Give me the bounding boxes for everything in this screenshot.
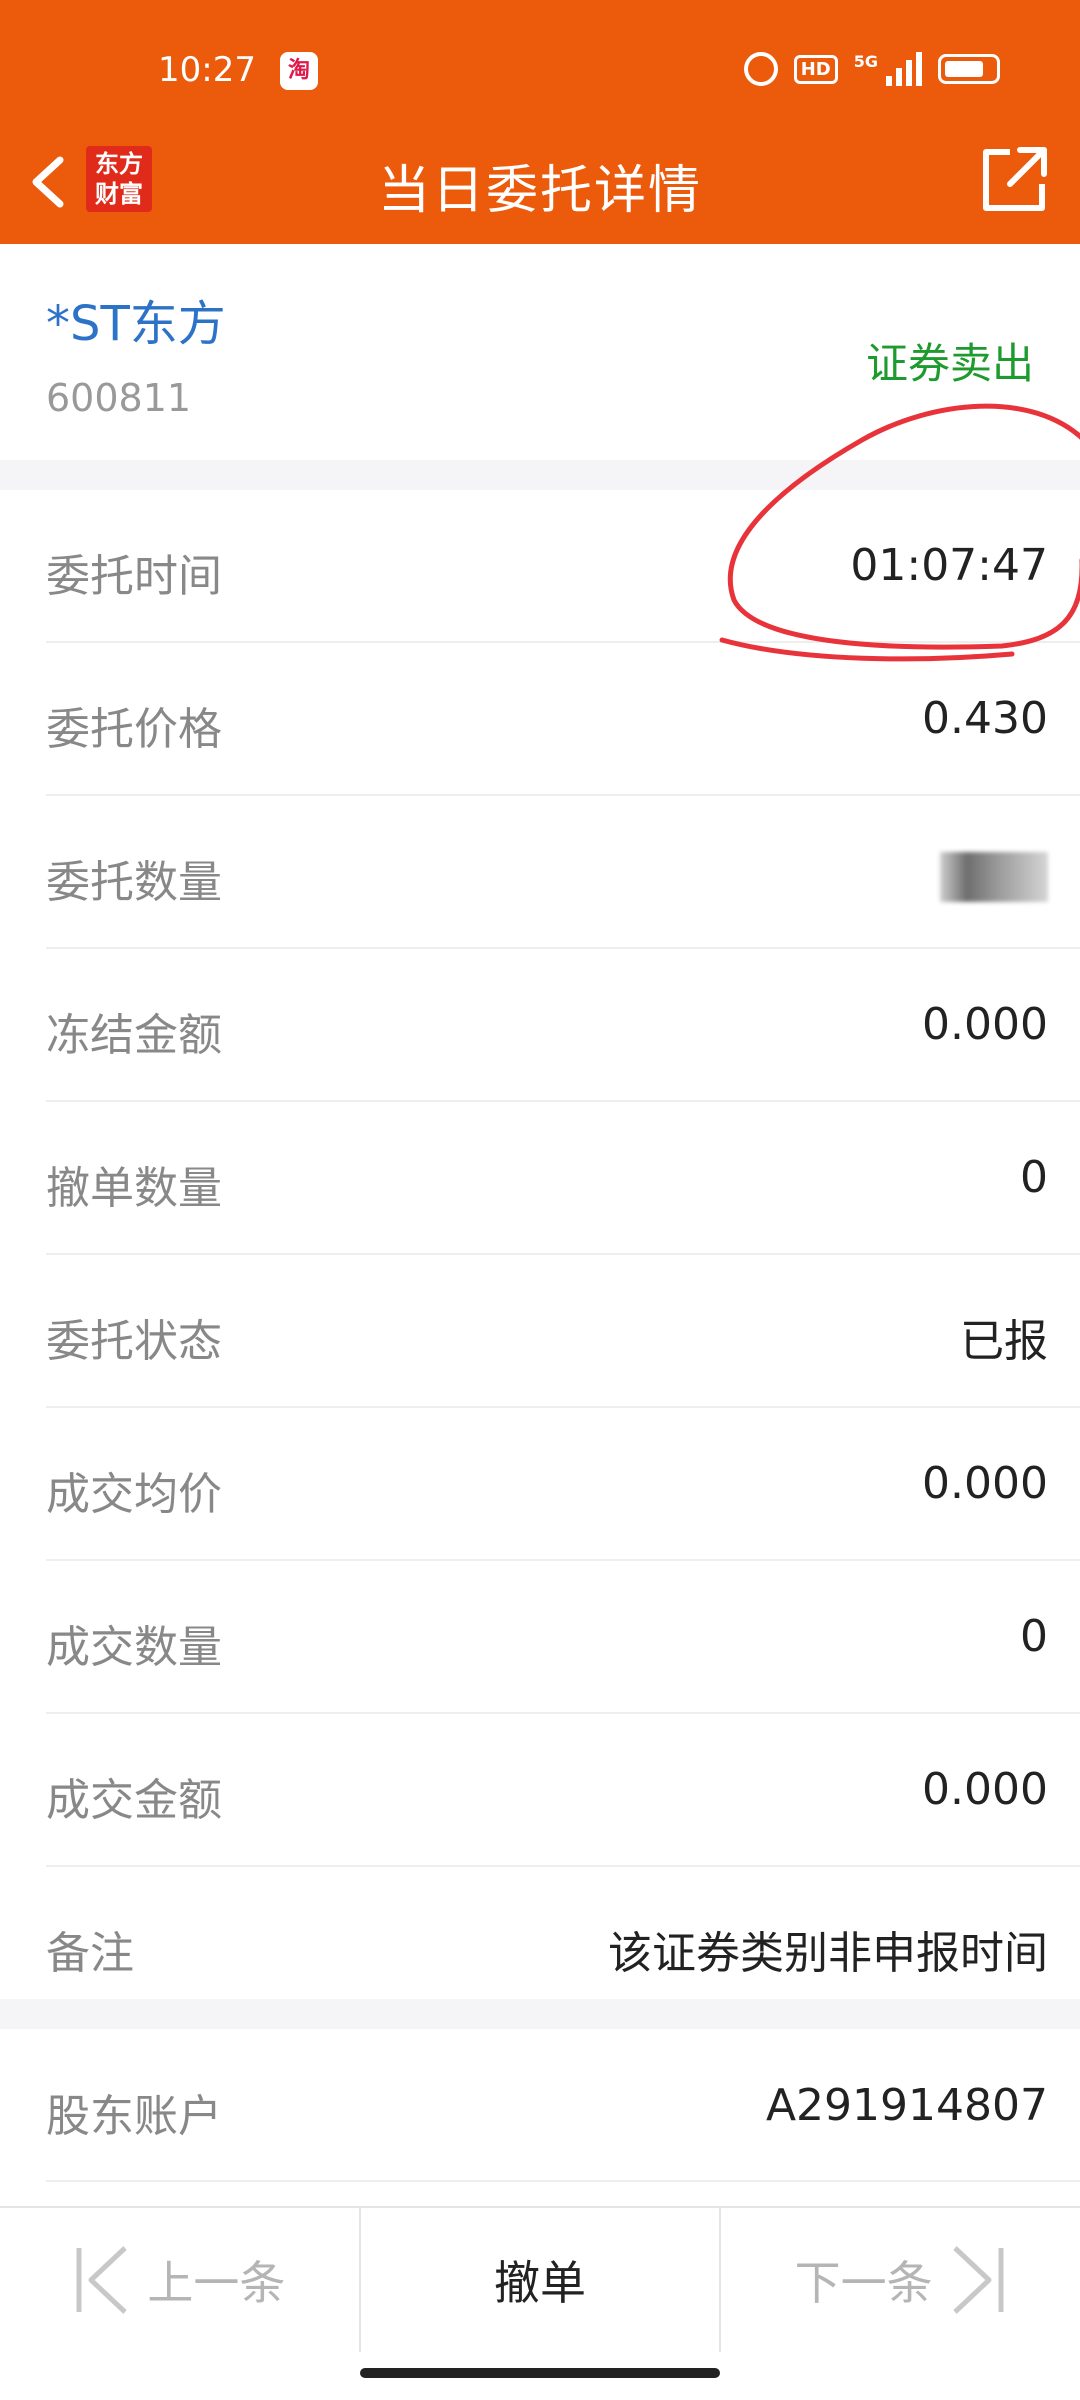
prev-icon bbox=[76, 2246, 128, 2314]
section-divider bbox=[0, 1999, 1080, 2029]
bottom-action-bar: 上一条 撤单 下一条 bbox=[0, 2206, 1080, 2352]
trade-type: 证券卖出 bbox=[865, 339, 1034, 388]
share-icon[interactable] bbox=[976, 142, 1052, 218]
detail-value: 0.000 bbox=[922, 1764, 1048, 1815]
detail-row-avg-price: 成交均价 0.000 bbox=[46, 1408, 1080, 1561]
detail-label: 撤单数量 bbox=[46, 1163, 222, 1214]
next-icon bbox=[952, 2246, 1004, 2314]
detail-value: 0.430 bbox=[922, 693, 1048, 744]
detail-row-shareholder-account: 股东账户 A291914807 bbox=[46, 2030, 1080, 2182]
detail-value: 0 bbox=[1020, 1611, 1048, 1662]
detail-value: 01:07:47 bbox=[850, 540, 1048, 591]
detail-row-order-price: 委托价格 0.430 bbox=[46, 643, 1080, 796]
title-bar: 东方 财富 当日委托详情 bbox=[0, 120, 1080, 244]
detail-label: 委托时间 bbox=[46, 551, 222, 602]
status-bar: 10:27 淘 HD 5G bbox=[0, 0, 1080, 120]
detail-value: 该证券类别非申报时间 bbox=[608, 1928, 1048, 1979]
blurred-quantity bbox=[940, 852, 1048, 902]
detail-row-filled-amount: 成交金额 0.000 bbox=[46, 1714, 1080, 1867]
prev-label: 上一条 bbox=[147, 2256, 286, 2310]
account-section: 股东账户 A291914807 bbox=[0, 2030, 1080, 2182]
cancel-label: 撤单 bbox=[494, 2256, 586, 2310]
stock-name[interactable]: *ST东方 bbox=[46, 284, 226, 354]
detail-row-order-status: 委托状态 已报 bbox=[46, 1255, 1080, 1408]
detail-row-filled-quantity: 成交数量 0 bbox=[46, 1561, 1080, 1714]
prev-button[interactable]: 上一条 bbox=[0, 2208, 359, 2352]
next-label: 下一条 bbox=[794, 2256, 933, 2310]
detail-label: 成交均价 bbox=[46, 1469, 222, 1520]
detail-value: A291914807 bbox=[765, 2080, 1048, 2131]
next-button[interactable]: 下一条 bbox=[719, 2208, 1080, 2352]
section-divider bbox=[0, 460, 1080, 490]
home-indicator[interactable] bbox=[360, 2368, 720, 2378]
detail-label: 成交金额 bbox=[46, 1775, 222, 1826]
detail-row-frozen-amount: 冻结金额 0.000 bbox=[46, 949, 1080, 1102]
detail-label: 成交数量 bbox=[46, 1622, 222, 1673]
detail-label: 股东账户 bbox=[46, 2091, 222, 2142]
battery-icon bbox=[938, 54, 1000, 84]
cancel-order-button[interactable]: 撤单 bbox=[358, 2208, 720, 2352]
status-time: 10:27 bbox=[158, 50, 256, 90]
order-details-list: 委托时间 01:07:47 委托价格 0.430 委托数量 冻结金额 0.000… bbox=[0, 490, 1080, 2018]
detail-value: 0.000 bbox=[922, 999, 1048, 1050]
alarm-icon bbox=[743, 52, 778, 86]
detail-label: 委托状态 bbox=[46, 1316, 222, 1367]
detail-value: 0.000 bbox=[922, 1458, 1048, 1509]
stock-header: *ST东方 600811 证券卖出 bbox=[0, 244, 1080, 460]
signal-icon bbox=[886, 52, 922, 86]
detail-label: 委托数量 bbox=[46, 857, 222, 908]
detail-label: 冻结金额 bbox=[46, 1010, 222, 1061]
hd-icon: HD bbox=[793, 54, 838, 84]
detail-row-order-quantity: 委托数量 bbox=[46, 796, 1080, 949]
network-type: 5G bbox=[853, 52, 878, 71]
detail-row-order-time: 委托时间 01:07:47 bbox=[46, 490, 1080, 643]
stock-code: 600811 bbox=[46, 376, 192, 420]
detail-row-cancel-quantity: 撤单数量 0 bbox=[46, 1102, 1080, 1255]
detail-row-remark: 备注 该证券类别非申报时间 bbox=[46, 1867, 1080, 2018]
status-icons: HD 5G bbox=[743, 52, 1000, 86]
detail-label: 备注 bbox=[46, 1928, 134, 1979]
page-title: 当日委托详情 bbox=[377, 161, 702, 221]
detail-value: 0 bbox=[1020, 1152, 1048, 1203]
detail-label: 委托价格 bbox=[46, 704, 222, 755]
taobao-app-icon: 淘 bbox=[280, 52, 318, 90]
detail-value: 已报 bbox=[960, 1316, 1048, 1367]
